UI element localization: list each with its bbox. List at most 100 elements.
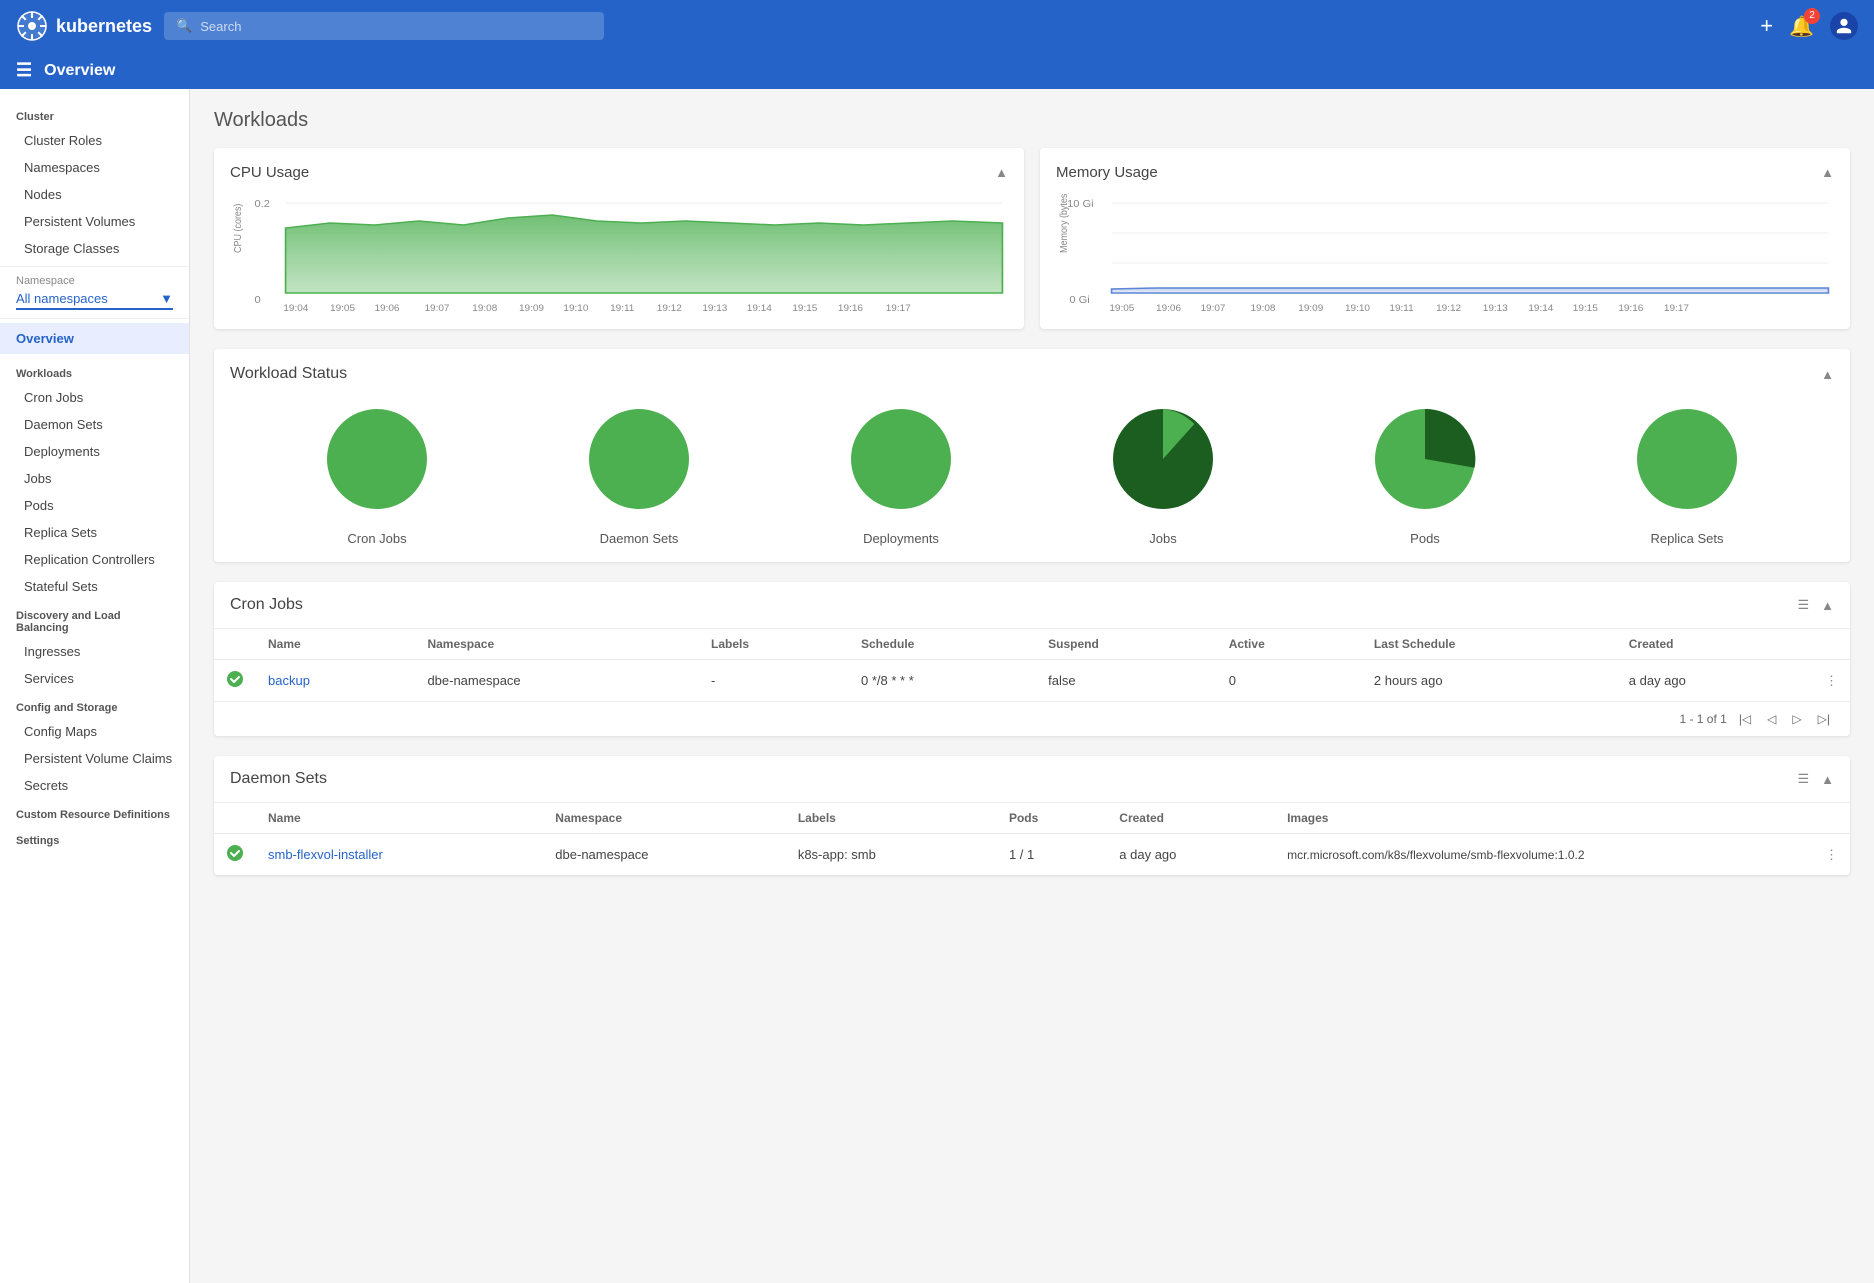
svg-text:19:05: 19:05 bbox=[1109, 303, 1134, 313]
cron-job-name-link[interactable]: backup bbox=[268, 673, 310, 688]
svg-text:19:10: 19:10 bbox=[563, 303, 588, 313]
sidebar-item-storage-classes[interactable]: Storage Classes bbox=[0, 235, 189, 262]
daemon-set-name-link[interactable]: smb-flexvol-installer bbox=[268, 847, 383, 862]
memory-chart-card: Memory Usage ▲ 10 Gi 0 Gi bbox=[1040, 148, 1850, 329]
ds-col-name: Name bbox=[256, 803, 543, 834]
user-avatar[interactable] bbox=[1830, 12, 1858, 40]
page-last-button[interactable]: ▷| bbox=[1814, 710, 1834, 728]
cron-job-suspend: false bbox=[1036, 660, 1217, 702]
sidebar-item-nodes[interactable]: Nodes bbox=[0, 181, 189, 208]
memory-chart-header: Memory Usage ▲ bbox=[1056, 164, 1834, 181]
svg-text:19:17: 19:17 bbox=[1664, 303, 1689, 313]
page-first-button[interactable]: |◁ bbox=[1735, 710, 1755, 728]
cron-jobs-table: Name Namespace Labels Schedule Suspend A… bbox=[214, 629, 1850, 701]
subheader: ☰ Overview bbox=[0, 52, 1874, 89]
jobs-pie-label: Jobs bbox=[1149, 531, 1176, 546]
cron-jobs-filter-icon[interactable]: ☰ bbox=[1797, 597, 1809, 613]
col-schedule: Schedule bbox=[849, 629, 1036, 660]
cron-jobs-actions: ☰ ▲ bbox=[1797, 597, 1834, 613]
sidebar: Cluster Cluster Roles Namespaces Nodes P… bbox=[0, 89, 190, 1283]
page-prev-button[interactable]: ◁ bbox=[1763, 710, 1780, 728]
sidebar-item-pvc[interactable]: Persistent Volume Claims bbox=[0, 745, 189, 772]
daemon-sets-table-card: Daemon Sets ☰ ▲ Name Namespace Labels Po… bbox=[214, 756, 1850, 875]
namespace-section: Namespace All namespaces ▼ bbox=[0, 266, 189, 319]
sidebar-item-persistent-volumes[interactable]: Persistent Volumes bbox=[0, 208, 189, 235]
svg-text:19:13: 19:13 bbox=[702, 303, 727, 313]
sidebar-item-overview[interactable]: Overview bbox=[0, 323, 189, 354]
svg-text:0.2: 0.2 bbox=[254, 198, 270, 209]
sidebar-item-services[interactable]: Services bbox=[0, 665, 189, 692]
topbar: kubernetes 🔍 + 🔔 2 bbox=[0, 0, 1874, 52]
cron-jobs-pie-label: Cron Jobs bbox=[347, 531, 406, 546]
sidebar-item-cron-jobs[interactable]: Cron Jobs bbox=[0, 384, 189, 411]
daemon-set-more-icon[interactable]: ⋮ bbox=[1825, 847, 1838, 862]
sidebar-item-jobs[interactable]: Jobs bbox=[0, 465, 189, 492]
pods-pie-chart bbox=[1365, 399, 1485, 519]
page-next-button[interactable]: ▷ bbox=[1788, 710, 1805, 728]
pie-replica-sets: Replica Sets bbox=[1627, 399, 1747, 546]
hamburger-menu-button[interactable]: ☰ bbox=[16, 60, 32, 81]
daemon-set-labels: k8s-app: smb bbox=[786, 834, 997, 876]
add-button[interactable]: + bbox=[1760, 13, 1773, 39]
ds-col-images: Images bbox=[1275, 803, 1813, 834]
daemon-sets-pie-chart bbox=[579, 399, 699, 519]
sidebar-item-secrets[interactable]: Secrets bbox=[0, 772, 189, 799]
namespace-selector[interactable]: All namespaces ▼ bbox=[16, 291, 173, 310]
app-logo: kubernetes bbox=[16, 10, 152, 42]
svg-text:19:06: 19:06 bbox=[1156, 303, 1181, 313]
col-created: Created bbox=[1617, 629, 1813, 660]
cron-job-schedule: 0 */8 * * * bbox=[849, 660, 1036, 702]
sidebar-item-cluster-roles[interactable]: Cluster Roles bbox=[0, 127, 189, 154]
sidebar-item-ingresses[interactable]: Ingresses bbox=[0, 638, 189, 665]
daemon-sets-pie-label: Daemon Sets bbox=[600, 531, 679, 546]
sidebar-item-stateful-sets[interactable]: Stateful Sets bbox=[0, 573, 189, 600]
status-ok-icon bbox=[226, 670, 244, 688]
col-labels: Labels bbox=[699, 629, 849, 660]
cron-jobs-table-card: Cron Jobs ☰ ▲ Name Namespace Labels Sche… bbox=[214, 582, 1850, 736]
deployments-pie-chart bbox=[841, 399, 961, 519]
memory-chart-collapse-icon[interactable]: ▲ bbox=[1821, 165, 1834, 180]
daemon-sets-header-row: Name Namespace Labels Pods Created Image… bbox=[214, 803, 1850, 834]
daemon-sets-collapse-icon[interactable]: ▲ bbox=[1821, 772, 1834, 787]
crd-section-title: Custom Resource Definitions bbox=[0, 799, 189, 825]
svg-text:19:11: 19:11 bbox=[610, 303, 634, 313]
memory-chart-svg: 10 Gi 0 Gi bbox=[1056, 193, 1834, 313]
kubernetes-logo-icon bbox=[16, 10, 48, 42]
sidebar-item-config-maps[interactable]: Config Maps bbox=[0, 718, 189, 745]
svg-text:19:16: 19:16 bbox=[838, 303, 863, 313]
daemon-sets-actions: ☰ ▲ bbox=[1797, 771, 1834, 787]
svg-text:19:09: 19:09 bbox=[1298, 303, 1323, 313]
workloads-section-heading: Workloads bbox=[214, 109, 1850, 132]
cron-job-more-icon[interactable]: ⋮ bbox=[1825, 673, 1838, 688]
sidebar-item-namespaces[interactable]: Namespaces bbox=[0, 154, 189, 181]
notification-button[interactable]: 🔔 2 bbox=[1789, 14, 1814, 39]
daemon-sets-filter-icon[interactable]: ☰ bbox=[1797, 771, 1809, 787]
cron-job-created: a day ago bbox=[1617, 660, 1813, 702]
cron-jobs-collapse-icon[interactable]: ▲ bbox=[1821, 598, 1834, 613]
pie-pods: Pods bbox=[1365, 399, 1485, 546]
cpu-chart-collapse-icon[interactable]: ▲ bbox=[995, 165, 1008, 180]
svg-text:19:05: 19:05 bbox=[330, 303, 355, 313]
col-active: Active bbox=[1217, 629, 1362, 660]
table-row: backup dbe-namespace - 0 */8 * * * false… bbox=[214, 660, 1850, 702]
sidebar-item-replica-sets[interactable]: Replica Sets bbox=[0, 519, 189, 546]
svg-text:19:12: 19:12 bbox=[657, 303, 682, 313]
sidebar-item-daemon-sets[interactable]: Daemon Sets bbox=[0, 411, 189, 438]
replica-sets-pie-label: Replica Sets bbox=[1651, 531, 1724, 546]
deployments-pie-label: Deployments bbox=[863, 531, 939, 546]
svg-text:19:08: 19:08 bbox=[1251, 303, 1276, 313]
sidebar-item-deployments[interactable]: Deployments bbox=[0, 438, 189, 465]
workload-status-title: Workload Status bbox=[230, 365, 347, 383]
search-bar[interactable]: 🔍 bbox=[164, 12, 604, 40]
pies-row: Cron Jobs Daemon Sets Deployments bbox=[230, 399, 1834, 546]
svg-text:19:11: 19:11 bbox=[1389, 303, 1413, 313]
sidebar-item-replication-controllers[interactable]: Replication Controllers bbox=[0, 546, 189, 573]
sidebar-item-pods[interactable]: Pods bbox=[0, 492, 189, 519]
search-input[interactable] bbox=[200, 19, 592, 34]
cron-jobs-table-title: Cron Jobs bbox=[230, 596, 303, 614]
svg-text:19:04: 19:04 bbox=[283, 303, 308, 313]
workload-status-collapse-icon[interactable]: ▲ bbox=[1821, 367, 1834, 382]
pie-cron-jobs: Cron Jobs bbox=[317, 399, 437, 546]
daemon-sets-table-header: Daemon Sets ☰ ▲ bbox=[214, 756, 1850, 803]
page-title: Overview bbox=[44, 62, 115, 80]
